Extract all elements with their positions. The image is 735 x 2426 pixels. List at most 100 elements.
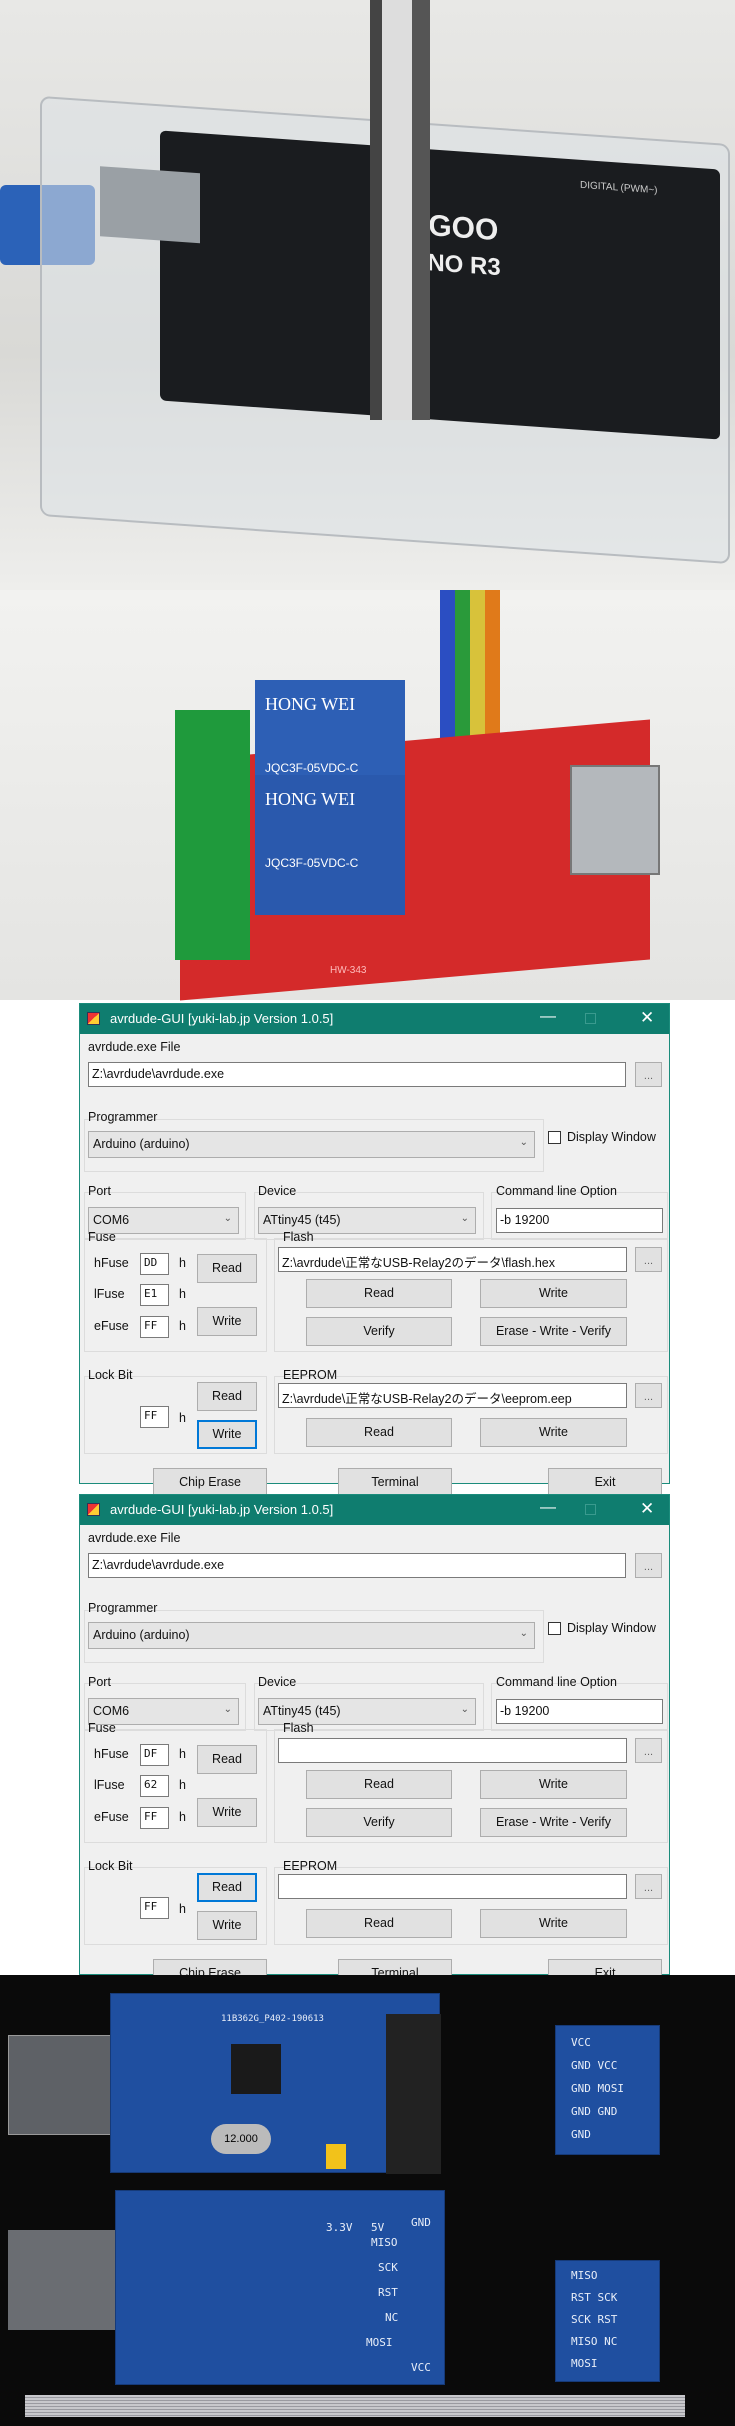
hfuse-input[interactable]: DD (140, 1253, 169, 1275)
cmd-option-input[interactable]: -b 19200 (496, 1208, 663, 1233)
photo-usbasp: 11B362G_P402-190613 12.000 VCC GND VCC G… (0, 1975, 735, 2426)
flash-erase-write-verify-button[interactable]: Erase - Write - Verify (480, 1317, 627, 1346)
chevron-down-icon: ⌄ (223, 1213, 232, 1224)
flash-write-button[interactable]: Write (480, 1770, 627, 1799)
relay-2: HONG WEI JQC3F-05VDC-C (255, 775, 405, 915)
lock-bit-label: Lock Bit (88, 1859, 133, 1873)
programmer-value: Arduino (arduino) (93, 1137, 190, 1151)
pin-label: GND (571, 2128, 591, 2141)
flash-verify-button[interactable]: Verify (306, 1808, 452, 1837)
programmer-select[interactable]: Arduino (arduino) ⌄ (88, 1131, 535, 1158)
terminal-button[interactable]: Terminal (338, 1468, 452, 1497)
h-unit: h (179, 1287, 186, 1301)
chevron-down-icon: ⌄ (460, 1213, 469, 1224)
eeprom-browse-button[interactable]: ... (635, 1874, 662, 1899)
lock-read-button[interactable]: Read (197, 1873, 257, 1902)
fuse-write-button[interactable]: Write (197, 1798, 257, 1827)
lfuse-input[interactable]: E1 (140, 1284, 169, 1306)
display-window-checkbox[interactable] (548, 1622, 561, 1635)
fuse-label: Fuse (88, 1721, 116, 1735)
h-unit: h (179, 1810, 186, 1824)
cmd-option-label: Command line Option (496, 1675, 617, 1689)
pin-label: SCK RST (571, 2313, 618, 2326)
eeprom-write-button[interactable]: Write (480, 1418, 627, 1447)
flash-verify-button[interactable]: Verify (306, 1317, 452, 1346)
avrdude-browse-button[interactable]: ... (635, 1553, 662, 1578)
adapter-back: MISO RST SCK SCK RST MISO NC MOSI (555, 2260, 660, 2382)
crystal: 12.000 (211, 2124, 271, 2154)
lock-bit-input[interactable]: FF (140, 1897, 169, 1919)
fuse-label: Fuse (88, 1230, 116, 1244)
eeprom-label: EEPROM (283, 1368, 338, 1382)
lock-bit-input[interactable]: FF (140, 1406, 169, 1428)
hfuse-label: hFuse (94, 1747, 129, 1761)
eeprom-path-input[interactable] (278, 1874, 627, 1899)
flash-path-input[interactable] (278, 1738, 627, 1763)
window-title: avrdude-GUI [yuki-lab.jp Version 1.0.5] (110, 1011, 334, 1026)
avrdude-path-input[interactable]: Z:\avrdude\avrdude.exe (88, 1062, 626, 1087)
efuse-label: eFuse (94, 1319, 129, 1333)
flash-path-input[interactable]: Z:\avrdude\正常なUSB-Relay2のデータ\flash.hex (278, 1247, 627, 1272)
pin-label: MISO NC (571, 2335, 618, 2348)
fuse-read-button[interactable]: Read (197, 1254, 257, 1283)
port-value: COM6 (93, 1213, 130, 1227)
minimize-icon[interactable]: — (540, 1008, 556, 1026)
pin-label: RST (378, 2286, 398, 2299)
device-value: ATtiny45 (t45) (263, 1213, 341, 1227)
eeprom-label: EEPROM (283, 1859, 338, 1873)
minimize-icon[interactable]: — (540, 1499, 556, 1517)
maximize-icon[interactable] (585, 1013, 596, 1024)
chevron-down-icon: ⌄ (519, 1137, 528, 1148)
h-unit: h (179, 1747, 186, 1761)
close-icon[interactable]: ✕ (640, 1008, 654, 1028)
efuse-input[interactable]: FF (140, 1316, 169, 1338)
avrdude-browse-button[interactable]: ... (635, 1062, 662, 1087)
lock-write-button[interactable]: Write (197, 1420, 257, 1449)
pin-label: MISO (371, 2236, 398, 2249)
ribbon-cable (25, 2395, 685, 2417)
eeprom-write-button[interactable]: Write (480, 1909, 627, 1938)
lfuse-label: lFuse (94, 1778, 125, 1792)
flash-read-button[interactable]: Read (306, 1279, 452, 1308)
lfuse-input[interactable]: 62 (140, 1775, 169, 1797)
fuse-read-button[interactable]: Read (197, 1745, 257, 1774)
lock-read-button[interactable]: Read (197, 1382, 257, 1411)
flash-write-button[interactable]: Write (480, 1279, 627, 1308)
eeprom-browse-button[interactable]: ... (635, 1383, 662, 1408)
programmer-label: Programmer (88, 1601, 158, 1615)
pin-label: MISO (571, 2269, 598, 2282)
flash-erase-write-verify-button[interactable]: Erase - Write - Verify (480, 1808, 627, 1837)
flash-browse-button[interactable]: ... (635, 1247, 662, 1272)
fuse-write-button[interactable]: Write (197, 1307, 257, 1336)
hfuse-input[interactable]: DF (140, 1744, 169, 1766)
title-bar[interactable]: avrdude-GUI [yuki-lab.jp Version 1.0.5] … (80, 1004, 669, 1034)
pin-label: GND (411, 2216, 431, 2229)
programmer-select[interactable]: Arduino (arduino) ⌄ (88, 1622, 535, 1649)
cmd-option-input[interactable]: -b 19200 (496, 1699, 663, 1724)
title-bar[interactable]: avrdude-GUI [yuki-lab.jp Version 1.0.5] … (80, 1495, 669, 1525)
display-window-checkbox[interactable] (548, 1131, 561, 1144)
hfuse-label: hFuse (94, 1256, 129, 1270)
adapter-front: VCC GND VCC GND MOSI GND GND GND (555, 2025, 660, 2155)
eeprom-read-button[interactable]: Read (306, 1909, 452, 1938)
usbasp-front-pcb: 11B362G_P402-190613 12.000 (110, 1993, 441, 2174)
pin-label: MOSI (571, 2357, 598, 2370)
flash-browse-button[interactable]: ... (635, 1738, 662, 1763)
eeprom-read-button[interactable]: Read (306, 1418, 452, 1447)
chip-erase-button[interactable]: Chip Erase (153, 1468, 267, 1497)
pin-label: 5V (371, 2221, 385, 2234)
pin-label: SCK (378, 2261, 398, 2274)
close-icon[interactable]: ✕ (640, 1499, 654, 1519)
h-unit: h (179, 1411, 186, 1425)
flash-read-button[interactable]: Read (306, 1770, 452, 1799)
usb-plug-back (8, 2230, 118, 2330)
board-label: HW-343 (330, 965, 367, 976)
eeprom-path-input[interactable]: Z:\avrdude\正常なUSB-Relay2のデータ\eeprom.eep (278, 1383, 627, 1408)
efuse-input[interactable]: FF (140, 1807, 169, 1829)
exit-button[interactable]: Exit (548, 1468, 662, 1497)
maximize-icon[interactable] (585, 1504, 596, 1515)
pin-label: GND GND (571, 2105, 618, 2118)
terminal-block (175, 710, 250, 960)
avrdude-path-input[interactable]: Z:\avrdude\avrdude.exe (88, 1553, 626, 1578)
lock-write-button[interactable]: Write (197, 1911, 257, 1940)
